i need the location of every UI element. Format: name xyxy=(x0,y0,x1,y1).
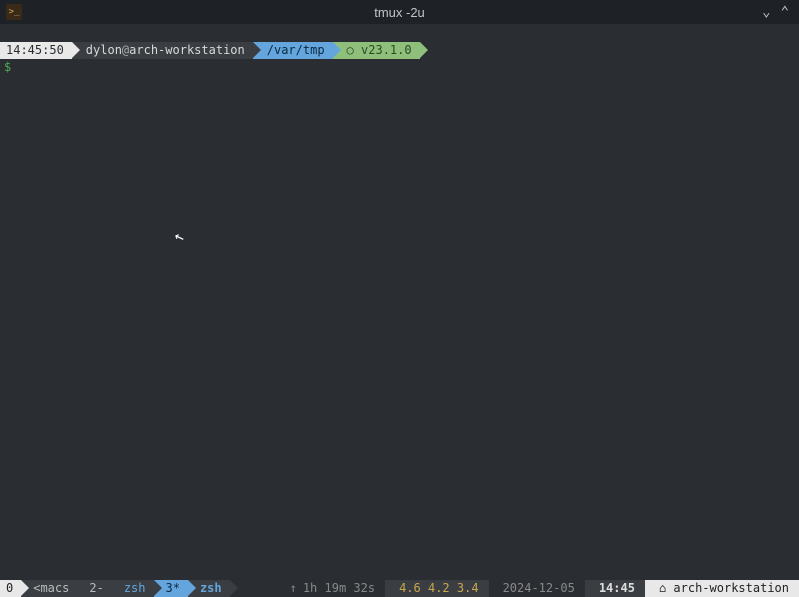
terminal-viewport[interactable]: 14:45:50 dylon@arch-workstation /var/tmp… xyxy=(0,24,799,597)
circle-icon: ○ xyxy=(347,43,354,57)
date-segment: 2024-12-05 xyxy=(489,580,585,597)
load-average-segment: 4.6 4.2 3.4 xyxy=(385,580,488,597)
hostname-segment: ⌂ arch-workstation xyxy=(645,580,799,597)
session-index[interactable]: 0 xyxy=(0,580,21,597)
window-tab-inactive-label[interactable]: <macs xyxy=(21,580,77,597)
statusbar-right: 4.6 4.2 3.4 2024-12-05 14:45 ⌂ arch-work… xyxy=(385,580,799,597)
prompt-user-host-segment: dylon@arch-workstation xyxy=(72,42,253,59)
prompt-user: dylon xyxy=(86,43,122,57)
prompt-path-segment: /var/tmp xyxy=(253,42,333,59)
prompt-time-segment: 14:45:50 xyxy=(0,42,72,59)
chevron-down-icon[interactable]: ⌄ xyxy=(762,4,770,20)
time-segment: 14:45 xyxy=(585,580,645,597)
tmux-statusbar: 0 <macs 2- zsh 3* zsh ↑ 1h 19m 32s 4.6 4… xyxy=(0,580,799,597)
uptime-segment: ↑ 1h 19m 32s xyxy=(280,580,385,597)
window-title: tmux -2u xyxy=(374,5,425,20)
arrow-up-icon: ↑ xyxy=(290,580,297,597)
at-sign: @ xyxy=(122,43,129,57)
mouse-cursor-icon: ↖ xyxy=(171,225,187,246)
terminal-app-icon: >_ xyxy=(6,4,22,20)
hostname-value: arch-workstation xyxy=(673,581,789,595)
uptime-value: 1h 19m 32s xyxy=(303,580,375,597)
chevron-up-icon[interactable]: ⌃ xyxy=(781,4,789,20)
window-titlebar: >_ tmux -2u ⌄ ⌃ xyxy=(0,0,799,24)
prompt-version-segment: ○ v23.1.0 xyxy=(333,42,420,59)
prompt-host: arch-workstation xyxy=(129,43,245,57)
house-icon: ⌂ xyxy=(659,581,666,595)
prompt-version: v23.1.0 xyxy=(361,43,412,57)
prompt-powerline: 14:45:50 dylon@arch-workstation /var/tmp… xyxy=(0,42,799,59)
prompt-dollar: $ xyxy=(0,59,799,76)
statusbar-left: 0 <macs 2- zsh 3* zsh xyxy=(0,580,230,597)
titlebar-controls: ⌄ ⌃ xyxy=(762,4,799,20)
